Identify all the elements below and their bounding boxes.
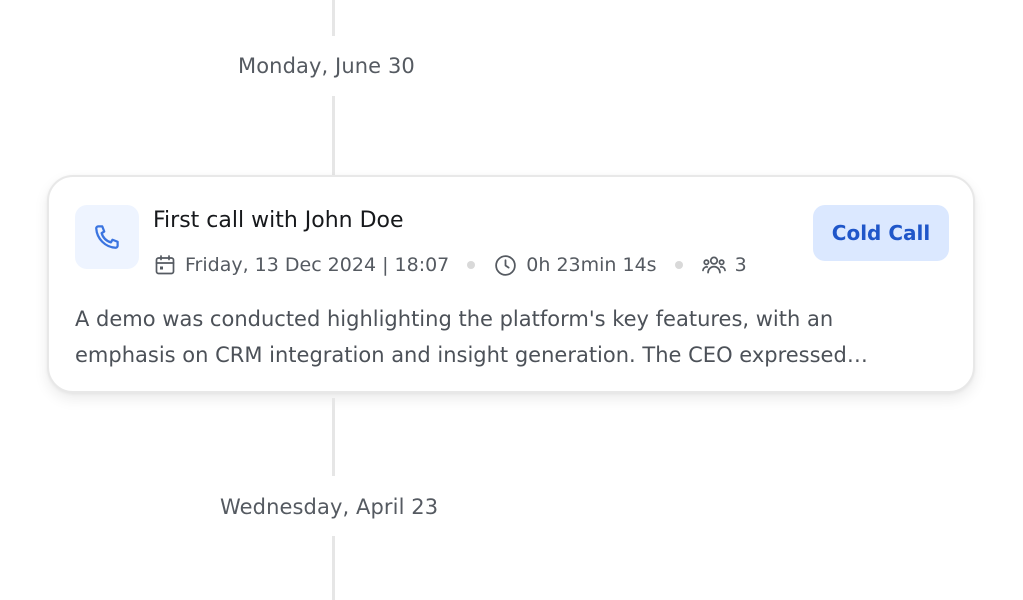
- activity-date-text: Friday, 13 Dec 2024 | 18:07: [185, 254, 450, 276]
- call-icon-container: [75, 205, 139, 269]
- cold-call-tag-button[interactable]: Cold Call: [813, 205, 949, 261]
- clock-icon: [495, 254, 517, 276]
- timeline-line-middle: [332, 398, 335, 476]
- activity-card[interactable]: First call with John Doe Friday, 13 Dec …: [47, 175, 975, 393]
- participants-count: 3: [734, 254, 747, 276]
- timeline-line-bottom: [332, 536, 335, 600]
- phone-icon: [95, 225, 119, 249]
- separator-dot: [674, 261, 683, 269]
- activity-meta: Friday, 13 Dec 2024 | 18:07 0h 23min 14s: [153, 251, 747, 279]
- participants-icon: [701, 256, 726, 274]
- calendar-icon: [155, 255, 175, 275]
- date-label-monday: Monday, June 30: [238, 54, 415, 78]
- separator-dot: [467, 261, 476, 269]
- activity-description: A demo was conducted highlighting the pl…: [75, 307, 847, 367]
- activity-title: First call with John Doe: [153, 208, 404, 233]
- activity-participants: 3: [701, 252, 747, 278]
- activity-timeline: Monday, June 30 First call with John Doe…: [0, 0, 1023, 600]
- timeline-line-upper: [332, 96, 335, 176]
- timeline-line-top: [332, 0, 335, 36]
- date-label-wednesday: Wednesday, April 23: [220, 495, 439, 519]
- activity-duration: 0h 23min 14s: [493, 253, 657, 278]
- activity-date: Friday, 13 Dec 2024 | 18:07: [153, 253, 449, 277]
- activity-duration-text: 0h 23min 14s: [526, 254, 657, 276]
